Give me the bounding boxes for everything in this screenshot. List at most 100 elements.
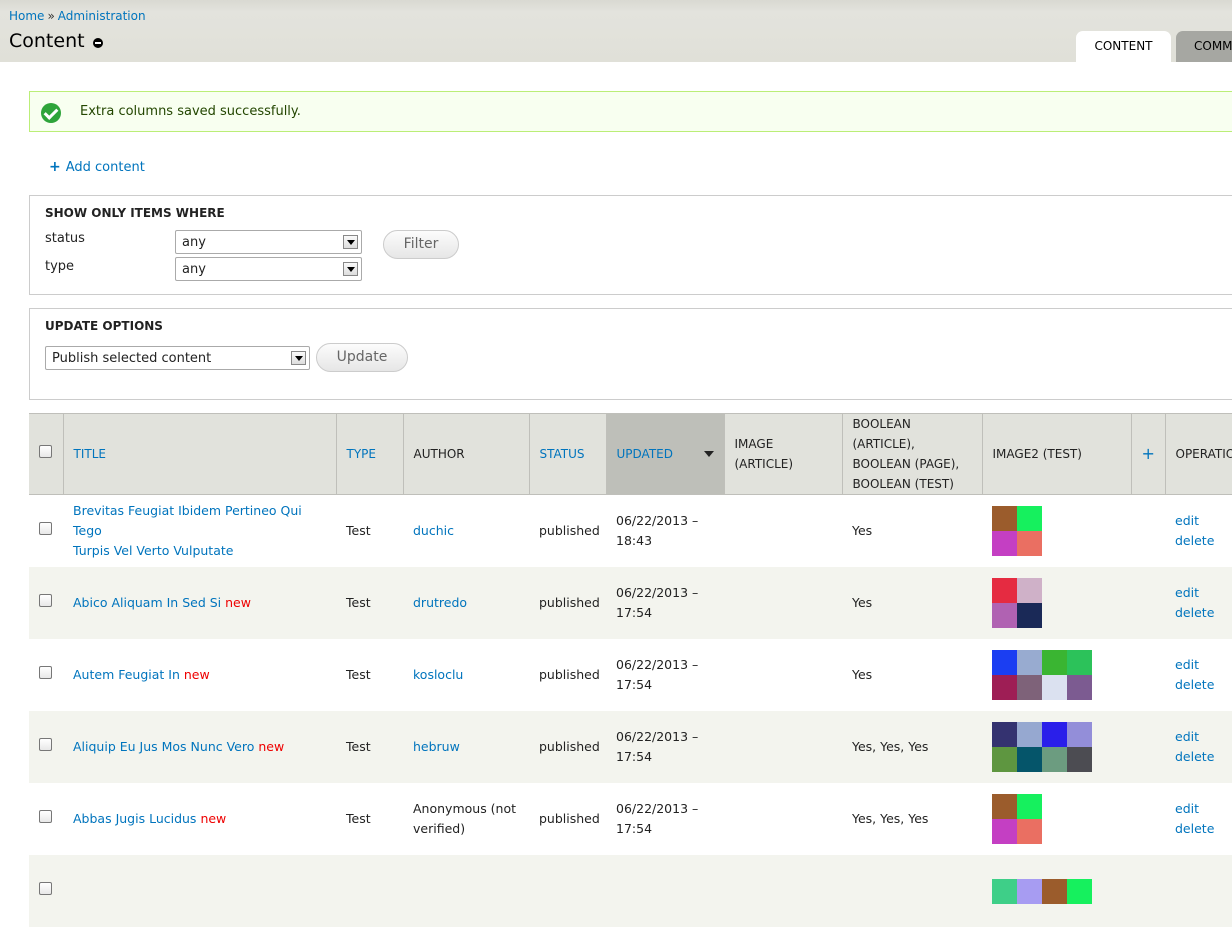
title-cell: Brevitas Feugiat Ibidem Pertineo Qui Teg…	[63, 495, 336, 568]
updated-cell: 06/22/2013 –17:54	[606, 783, 724, 855]
operation-select[interactable]: Publish selected content	[45, 346, 310, 370]
image2-cell	[982, 711, 1131, 783]
operation-value: Publish selected content	[52, 351, 211, 366]
node-title-link[interactable]: Abico Aliquam In Sed Si	[73, 595, 221, 610]
thumbnail-tile	[1067, 722, 1092, 747]
thumbnail-tile	[992, 879, 1017, 904]
delete-link[interactable]: delete	[1175, 819, 1232, 839]
tab-comments[interactable]: COMM	[1176, 31, 1232, 62]
empty-cell	[1131, 567, 1165, 639]
table-header-row: TITLE TYPE AUTHOR STATUS UPDATED IMAGE (…	[29, 414, 1232, 495]
edit-link[interactable]: edit	[1175, 583, 1232, 603]
image-article-cell	[724, 567, 842, 639]
column-header-status[interactable]: STATUS	[529, 414, 606, 495]
type-cell: Test	[336, 495, 403, 568]
node-title-link[interactable]: Brevitas Feugiat Ibidem Pertineo Qui Teg…	[73, 503, 302, 558]
thumbnail-tile	[1017, 506, 1042, 531]
thumbnail-tile	[1067, 747, 1092, 772]
boolean-header-line: BOOLEAN (ARTICLE),	[853, 414, 972, 454]
author-name[interactable]: drutredo	[413, 595, 467, 610]
updated-time: 17:54	[616, 747, 714, 767]
filter-button[interactable]: Filter	[383, 230, 459, 259]
filter-fieldset: SHOW ONLY ITEMS WHERE status any type an…	[29, 195, 1232, 295]
breadcrumb-home-link[interactable]: Home	[9, 9, 44, 23]
empty-cell	[1131, 495, 1165, 568]
image-thumbnail[interactable]	[992, 722, 1121, 772]
row-checkbox[interactable]	[39, 594, 52, 607]
updated-date: 06/22/2013 –	[616, 583, 714, 603]
status-cell: published	[529, 711, 606, 783]
row-checkbox[interactable]	[39, 882, 52, 895]
new-marker: new	[184, 667, 210, 682]
edit-link[interactable]: edit	[1175, 655, 1232, 675]
image-article-cell	[724, 711, 842, 783]
node-title-link[interactable]: Abbas Jugis Lucidus	[73, 811, 196, 826]
column-header-title[interactable]: TITLE	[63, 414, 336, 495]
row-select-cell	[29, 639, 63, 711]
thumbnail-tile	[1067, 879, 1092, 904]
add-content-link[interactable]: +Add content	[49, 159, 145, 175]
image-thumbnail[interactable]	[992, 650, 1121, 700]
boolean-cell: Yes	[842, 567, 982, 639]
breadcrumb-administration-link[interactable]: Administration	[58, 9, 146, 23]
operations-cell: edit delete	[1165, 495, 1232, 568]
type-filter-value: any	[182, 262, 206, 277]
operations-cell	[1165, 855, 1232, 927]
row-checkbox[interactable]	[39, 666, 52, 679]
table-row: Abbas Jugis Lucidus new Test Anonymous (…	[29, 783, 1232, 855]
table-row	[29, 855, 1232, 927]
operations-cell: edit delete	[1165, 783, 1232, 855]
column-header-operations: OPERATIO	[1165, 414, 1232, 495]
status-filter-select[interactable]: any	[175, 230, 362, 254]
thumbnail-tile	[1042, 747, 1067, 772]
new-marker: new	[258, 739, 284, 754]
title-line: Abico Aliquam In Sed Si	[73, 595, 221, 610]
edit-link[interactable]: edit	[1175, 727, 1232, 747]
status-cell: published	[529, 567, 606, 639]
column-header-author: AUTHOR	[403, 414, 529, 495]
node-title-link[interactable]: Aliquip Eu Jus Mos Nunc Vero	[73, 739, 254, 754]
column-header-type[interactable]: TYPE	[336, 414, 403, 495]
title-line: Turpis Vel Verto Vulputate	[73, 543, 233, 558]
image-thumbnail[interactable]	[992, 506, 1121, 556]
author-name[interactable]: hebruw	[413, 739, 460, 754]
image-thumbnail[interactable]	[992, 879, 1121, 904]
author-name[interactable]: kosloclu	[413, 667, 463, 682]
author-line: Anonymous (not	[413, 801, 516, 816]
select-all-checkbox[interactable]	[39, 445, 52, 458]
chevron-down-icon	[291, 351, 306, 365]
shortcut-toggle-icon[interactable]	[93, 38, 103, 48]
edit-link[interactable]: edit	[1175, 799, 1232, 819]
updated-date: 06/22/2013 –	[616, 511, 714, 531]
boolean-header-line: BOOLEAN (TEST)	[853, 474, 972, 494]
type-cell	[336, 855, 403, 927]
image2-cell	[982, 567, 1131, 639]
row-checkbox[interactable]	[39, 522, 52, 535]
node-title-link[interactable]: Autem Feugiat In	[73, 667, 180, 682]
edit-link[interactable]: edit	[1175, 511, 1232, 531]
image-article-cell	[724, 639, 842, 711]
row-checkbox[interactable]	[39, 810, 52, 823]
column-header-image2-test: IMAGE2 (TEST)	[982, 414, 1131, 495]
delete-link[interactable]: delete	[1175, 531, 1232, 551]
image-thumbnail[interactable]	[992, 794, 1121, 844]
update-button[interactable]: Update	[316, 343, 408, 372]
thumbnail-tile	[992, 794, 1017, 819]
delete-link[interactable]: delete	[1175, 603, 1232, 623]
operations-cell: edit delete	[1165, 567, 1232, 639]
author-cell	[403, 855, 529, 927]
sort-descending-icon	[704, 451, 714, 457]
delete-link[interactable]: delete	[1175, 675, 1232, 695]
add-column-button[interactable]: +	[1131, 414, 1165, 495]
image-thumbnail[interactable]	[992, 578, 1121, 628]
tab-content[interactable]: CONTENT	[1076, 31, 1171, 62]
delete-link[interactable]: delete	[1175, 747, 1232, 767]
table-row: Abico Aliquam In Sed Si new Test drutred…	[29, 567, 1232, 639]
status-filter-label: status	[45, 231, 85, 246]
type-filter-select[interactable]: any	[175, 257, 362, 281]
column-header-updated[interactable]: UPDATED	[606, 414, 724, 495]
row-checkbox[interactable]	[39, 738, 52, 751]
author-name[interactable]: duchic	[413, 523, 454, 538]
updated-date: 06/22/2013 –	[616, 727, 714, 747]
title-line: Aliquip Eu Jus Mos Nunc Vero	[73, 739, 254, 754]
